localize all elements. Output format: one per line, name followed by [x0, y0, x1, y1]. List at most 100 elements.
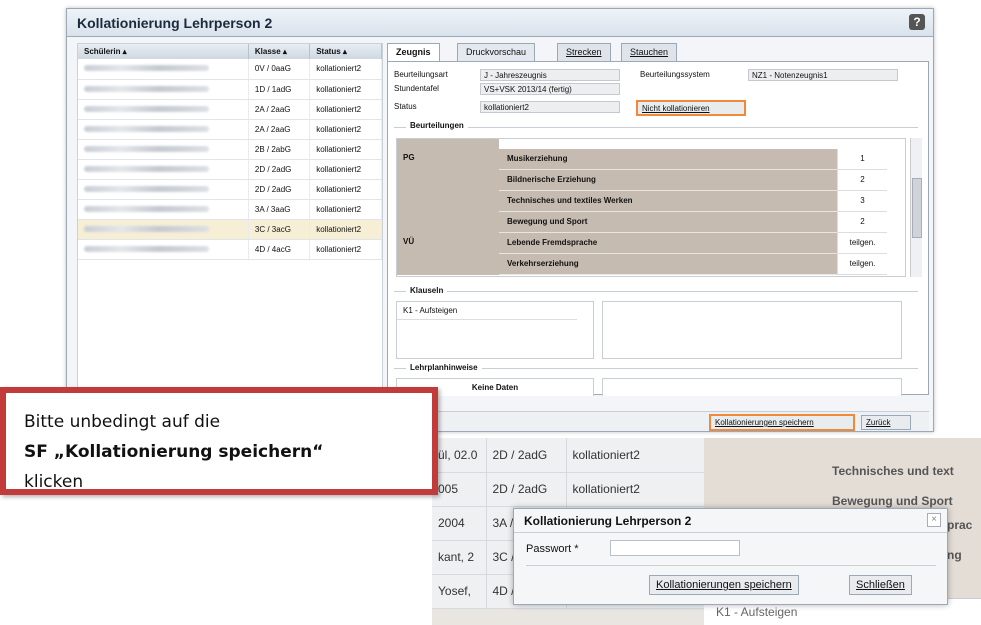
klasse-cell[interactable]: 0V / 0aaG [248, 59, 311, 80]
zoom-ng: ng [947, 548, 962, 562]
status-cell[interactable]: kollationiert2 [309, 179, 382, 200]
stundentafel-field[interactable]: VS+VSK 2013/14 (fertig) [480, 83, 620, 95]
section-beurteilungen: Beurteilungen [406, 121, 468, 130]
grade-row[interactable]: Verkehrserziehung teilgen. [397, 254, 905, 275]
grade-value[interactable]: teilgen. [837, 233, 887, 254]
col-status[interactable]: Status ▴ [309, 44, 382, 59]
grade-subject: Lebende Fremdsprache [499, 233, 837, 254]
table-row[interactable]: 2A / 2aaG kollationiert2 [78, 99, 382, 120]
klauseln-detail [602, 301, 902, 359]
table-row[interactable]: 3A / 3aaG kollationiert2 [78, 199, 382, 220]
klasse-cell[interactable]: 2A / 2aaG [248, 119, 311, 140]
student-name-cell[interactable] [78, 119, 249, 140]
dialog-schliessen-button[interactable]: Schließen [849, 575, 912, 595]
grade-category [397, 191, 499, 212]
section-klauseln: Klauseln [406, 286, 448, 295]
bottom-bar: Kollationierungen speichern Zurück [387, 411, 929, 431]
zeugnis-panel: Beurteilungsart J - Jahreszeugnis Beurte… [387, 61, 929, 396]
grade-row[interactable]: Bewegung und Sport 2 [397, 212, 905, 233]
student-name-cell[interactable] [78, 139, 249, 160]
table-row[interactable]: 1D / 1adG kollationiert2 [78, 79, 382, 100]
klauseln-list: K1 - Aufsteigen [396, 301, 594, 359]
grade-value[interactable]: 1 [837, 149, 887, 170]
nicht-kollationieren-button[interactable]: Nicht kollationieren [636, 100, 746, 116]
klasse-cell[interactable]: 3C / 3acG [248, 219, 311, 240]
zoom-technisches: Technisches und text [832, 464, 954, 478]
callout-line3: klicken [24, 472, 84, 492]
klasse-cell[interactable]: 4D / 4acG [248, 239, 311, 260]
student-name-cell[interactable] [78, 159, 249, 180]
zoom-status-cell: kollationiert2 [566, 438, 705, 473]
student-name-cell[interactable] [78, 79, 249, 100]
col-schuelerin[interactable]: Schülerin ▴ [78, 44, 249, 59]
status-cell[interactable]: kollationiert2 [309, 159, 382, 180]
instruction-callout: Bitte unbedingt auf die SF „Kollationier… [0, 387, 438, 495]
grade-row[interactable]: VÜ Lebende Fremdsprache teilgen. [397, 233, 905, 254]
status-cell[interactable]: kollationiert2 [309, 239, 382, 260]
table-row[interactable]: 0V / 0aaG kollationiert2 [78, 59, 382, 80]
zurueck-button[interactable]: Zurück [861, 415, 911, 430]
student-name-cell[interactable] [78, 199, 249, 220]
status-label: Status [394, 102, 417, 111]
help-icon[interactable]: ? [909, 14, 925, 30]
tab-strecken[interactable]: Strecken [557, 43, 611, 61]
beurteilungssystem-field[interactable]: NZ1 - Notenzeugnis1 [748, 69, 898, 81]
col-klasse[interactable]: Klasse ▴ [248, 44, 311, 59]
grade-value[interactable]: teilgen. [837, 254, 887, 275]
klasse-cell[interactable]: 2A / 2aaG [248, 99, 311, 120]
callout-line2: SF „Kollationierung speichern“ [24, 442, 324, 462]
tab-druckvorschau[interactable]: Druckvorschau [457, 43, 536, 61]
dialog-speichern-button[interactable]: Kollationierungen speichern [649, 575, 799, 595]
klasse-cell[interactable]: 2D / 2adG [248, 179, 311, 200]
status-cell[interactable]: kollationiert2 [309, 99, 382, 120]
grade-row[interactable]: Bildnerische Erziehung 2 [397, 170, 905, 191]
student-name-cell[interactable] [78, 179, 249, 200]
close-icon[interactable]: × [927, 513, 941, 527]
student-list: Schülerin ▴ Klasse ▴ Status ▴ 0V / 0aaG k… [77, 43, 383, 395]
status-cell[interactable]: kollationiert2 [309, 119, 382, 140]
klausel-item[interactable]: K1 - Aufsteigen [397, 302, 577, 320]
table-row[interactable]: 3C / 3acG kollationiert2 [78, 219, 382, 240]
window-title: Kollationierung Lehrperson 2 [67, 9, 933, 37]
tab-stauchen[interactable]: Stauchen [621, 43, 678, 61]
status-cell[interactable]: kollationiert2 [309, 199, 382, 220]
klasse-cell[interactable]: 3A / 3aaG [248, 199, 311, 220]
passwort-input[interactable] [610, 540, 740, 556]
beurteilungsart-label: Beurteilungsart [394, 70, 448, 79]
table-row[interactable]: 2D / 2adG kollationiert2 [78, 179, 382, 200]
zoom-status-cell: kollationiert2 [566, 472, 705, 507]
grade-value[interactable]: 3 [837, 191, 887, 212]
klasse-cell[interactable]: 2B / 2abG [248, 139, 311, 160]
grade-category [397, 212, 499, 233]
status-cell[interactable]: kollationiert2 [309, 79, 382, 100]
zoom-name-cell: kant, 2 [432, 540, 487, 575]
zoom-row: 005 2D / 2adG kollationiert2 [432, 472, 705, 507]
grade-row[interactable]: PG Musikerziehung 1 [397, 149, 905, 170]
student-name-cell[interactable] [78, 59, 249, 80]
table-row[interactable]: 2A / 2aaG kollationiert2 [78, 119, 382, 140]
main-window: Kollationierung Lehrperson 2 ? Schülerin… [66, 8, 934, 432]
table-row[interactable]: 4D / 4acG kollationiert2 [78, 239, 382, 260]
grade-category [397, 170, 499, 191]
zoom-row: ül, 02.0 2D / 2adG kollationiert2 [432, 438, 705, 473]
student-name-cell[interactable] [78, 219, 249, 240]
status-cell[interactable]: kollationiert2 [309, 139, 382, 160]
grade-row[interactable]: Technisches und textiles Werken 3 [397, 191, 905, 212]
status-cell[interactable]: kollationiert2 [309, 59, 382, 80]
student-name-cell[interactable] [78, 99, 249, 120]
table-row[interactable]: 2B / 2abG kollationiert2 [78, 139, 382, 160]
table-row[interactable]: 2D / 2adG kollationiert2 [78, 159, 382, 180]
grade-value[interactable]: 2 [837, 212, 887, 233]
beurteilungssystem-label: Beurteilungssystem [640, 70, 710, 79]
tab-zeugnis[interactable]: Zeugnis [387, 43, 440, 61]
status-cell[interactable]: kollationiert2 [309, 219, 382, 240]
grades-scrollbar[interactable] [910, 138, 922, 277]
zoom-bewegung: Bewegung und Sport [832, 494, 953, 508]
grade-subject: Bildnerische Erziehung [499, 170, 837, 191]
klasse-cell[interactable]: 1D / 1adG [248, 79, 311, 100]
kollationierungen-speichern-button[interactable]: Kollationierungen speichern [709, 414, 855, 431]
beurteilungsart-field[interactable]: J - Jahreszeugnis [480, 69, 620, 81]
grade-value[interactable]: 2 [837, 170, 887, 191]
klasse-cell[interactable]: 2D / 2adG [248, 159, 311, 180]
student-name-cell[interactable] [78, 239, 249, 260]
